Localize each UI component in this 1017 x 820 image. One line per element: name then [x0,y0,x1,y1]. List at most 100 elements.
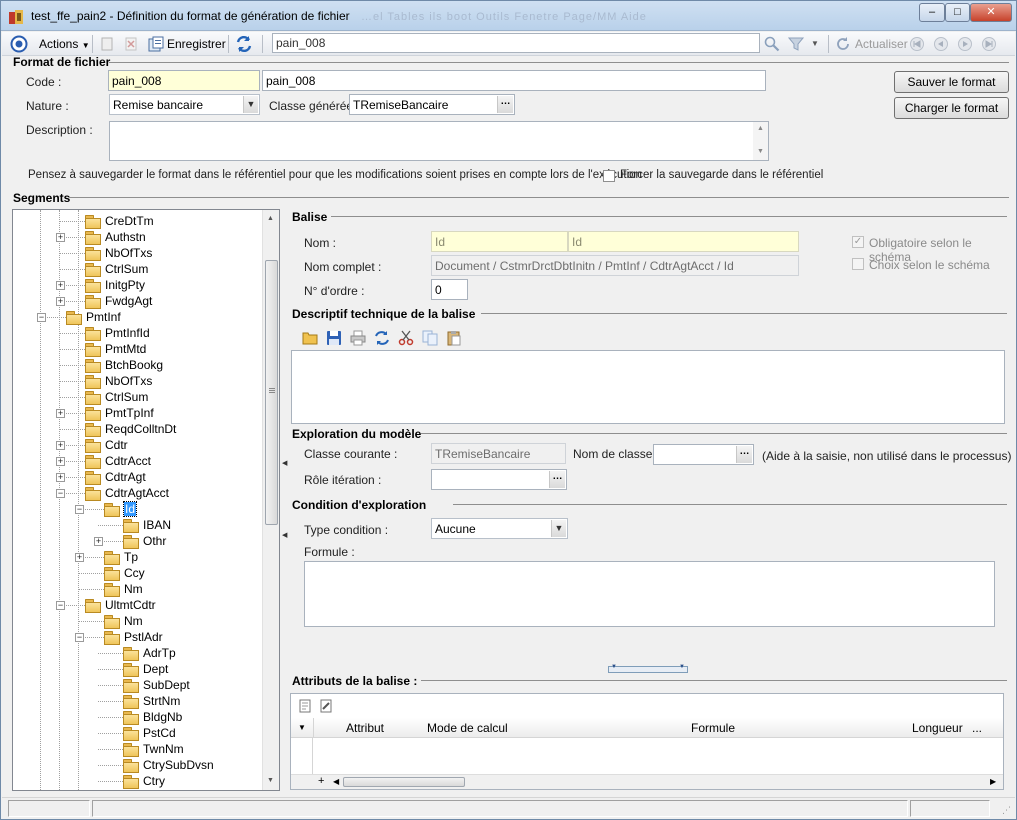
search-input[interactable]: pain_008 [272,33,760,53]
obligatoire-checkbox[interactable]: ✓ [852,236,864,248]
delete-icon[interactable] [124,37,138,51]
expand-icon[interactable]: + [94,537,103,546]
tree-node[interactable]: Othr [123,533,166,549]
tree-node[interactable]: CdtrAgtAcct [85,485,169,501]
tree-node[interactable]: Nm [104,613,143,629]
tree-node[interactable]: Ccy [104,565,145,581]
ellipsis-icon[interactable]: … [497,96,513,113]
tree-node[interactable]: IBAN [123,517,171,533]
tree-node[interactable]: UltmtCdtr [85,597,156,613]
scroll-up-icon[interactable]: ▲ [267,215,274,222]
classe-courante-input[interactable]: TRemiseBancaire [431,443,566,464]
tree-node[interactable]: CtrlSum [85,389,148,405]
tree-node[interactable]: BldgNb [123,709,182,725]
filter-icon[interactable] [788,36,804,52]
sync-icon[interactable] [235,35,253,53]
tree-node[interactable]: BtchBookg [85,357,163,373]
cut-icon[interactable] [398,330,414,346]
save-button[interactable]: Enregistrer [167,34,226,54]
scroll-left-icon[interactable]: ◀ [333,777,339,786]
code-description-input[interactable]: pain_008 [262,70,766,91]
panel-splitter[interactable]: ▼ ▼ [608,664,688,673]
tree-node[interactable]: AdrTp [123,645,176,661]
expand-icon[interactable]: + [56,233,65,242]
column-header-mode-calcul[interactable]: Mode de calcul [427,721,508,735]
scroll-right-icon[interactable]: ▶ [990,777,996,786]
edit-row-icon[interactable] [319,699,333,713]
tree-node[interactable]: FwdgAgt [85,293,152,309]
tree-node[interactable]: NbOfTxs [85,245,152,261]
tree-node[interactable]: ReqdColltnDt [85,421,176,437]
expand-icon[interactable]: + [56,409,65,418]
refresh-button[interactable]: Actualiser [855,34,908,54]
nom-input-2[interactable]: Id [568,231,799,252]
collapse-icon[interactable]: − [37,313,46,322]
splitter-arrow-icon[interactable]: ◀ [282,459,287,467]
resize-grip-icon[interactable]: ⋰ [1002,805,1011,816]
attributs-grid[interactable]: ▼ Attribut Mode de calcul Formule Longue… [290,693,1004,790]
descriptif-editor[interactable] [291,350,1005,424]
column-header-more[interactable]: ... [972,721,982,735]
collapse-icon[interactable]: − [56,489,65,498]
first-record-icon[interactable] [909,37,925,51]
tree-node[interactable]: Ctry [123,773,165,789]
new-row-icon[interactable] [298,699,312,713]
choix-checkbox[interactable] [852,258,864,270]
tree-node[interactable]: NbOfTxs [85,373,152,389]
actions-menu[interactable]: Actions ▼ [39,34,90,54]
tree-node[interactable]: StrtNm [123,693,180,709]
load-format-button[interactable]: Charger le format [894,97,1009,119]
tree-node[interactable]: CdtrAcct [85,453,151,469]
collapse-icon[interactable]: − [75,633,84,642]
maximize-button[interactable]: □ [945,3,970,22]
tree-node[interactable]: PstlAdr [104,629,163,645]
column-header-formule[interactable]: Formule [691,721,735,735]
column-header-longueur[interactable]: Longueur [912,721,963,735]
nom-input[interactable]: Id [431,231,568,252]
expand-icon[interactable]: + [56,281,65,290]
floppy-save-icon[interactable] [326,330,342,346]
tree-node[interactable]: Tp [104,549,138,565]
tree-node[interactable]: Cdtr [85,437,128,453]
tree-node[interactable]: Authstn [85,229,146,245]
expand-icon[interactable]: + [75,553,84,562]
scroll-down-icon[interactable]: ▼ [267,777,274,784]
grid-scroll-thumb[interactable] [343,777,465,787]
expand-icon[interactable]: + [56,297,65,306]
force-save-checkbox[interactable] [603,170,615,182]
ellipsis-icon[interactable]: … [549,471,565,488]
splitter-arrow-icon[interactable]: ◀ [282,531,287,539]
ordre-input[interactable]: 0 [431,279,468,300]
type-condition-select[interactable]: Aucune ▼ [431,518,568,539]
column-header-attribut[interactable]: Attribut [346,721,384,735]
add-icon[interactable]: + [318,775,324,787]
nom-complet-input[interactable]: Document / CstmrDrctDbtInitn / PmtInf / … [431,255,799,276]
print-icon[interactable] [350,330,366,346]
collapse-icon[interactable]: − [75,505,84,514]
tree-node[interactable]: PstCd [123,725,176,741]
classe-generee-input[interactable]: TRemiseBancaire … [349,94,515,115]
new-document-icon[interactable] [100,37,114,51]
open-folder-icon[interactable] [302,330,318,346]
description-scrollbar[interactable]: ▲ ▼ [753,122,768,160]
tree-node[interactable]: PmtInfId [85,325,150,341]
segments-tree[interactable]: CreDtTm + Authstn NbOfTxs CtrlSum + InitgPty + F… [12,209,280,791]
filter-dropdown-icon[interactable]: ▼ [811,34,819,54]
nom-classe-input[interactable]: … [653,444,754,465]
tree-node[interactable]: TwnNm [123,741,184,757]
copy-icon[interactable] [422,330,438,346]
tree-node[interactable]: CtrySubDvsn [123,757,214,773]
minimize-button[interactable]: – [919,3,945,22]
ellipsis-icon[interactable]: … [736,446,752,463]
tree-node[interactable]: CtrlSum [85,261,148,277]
search-icon[interactable] [764,36,780,52]
splitter[interactable]: ◀ ◀ [281,209,288,791]
sync-icon[interactable] [374,330,390,346]
chevron-down-icon[interactable]: ▼ [551,520,566,537]
tree-node[interactable]: Id [104,501,138,517]
paste-icon[interactable] [446,330,462,346]
chevron-down-icon[interactable]: ▼ [298,723,306,732]
previous-record-icon[interactable] [933,37,949,51]
tree-node[interactable]: PmtMtd [85,341,146,357]
tree-node[interactable]: Dept [123,661,168,677]
